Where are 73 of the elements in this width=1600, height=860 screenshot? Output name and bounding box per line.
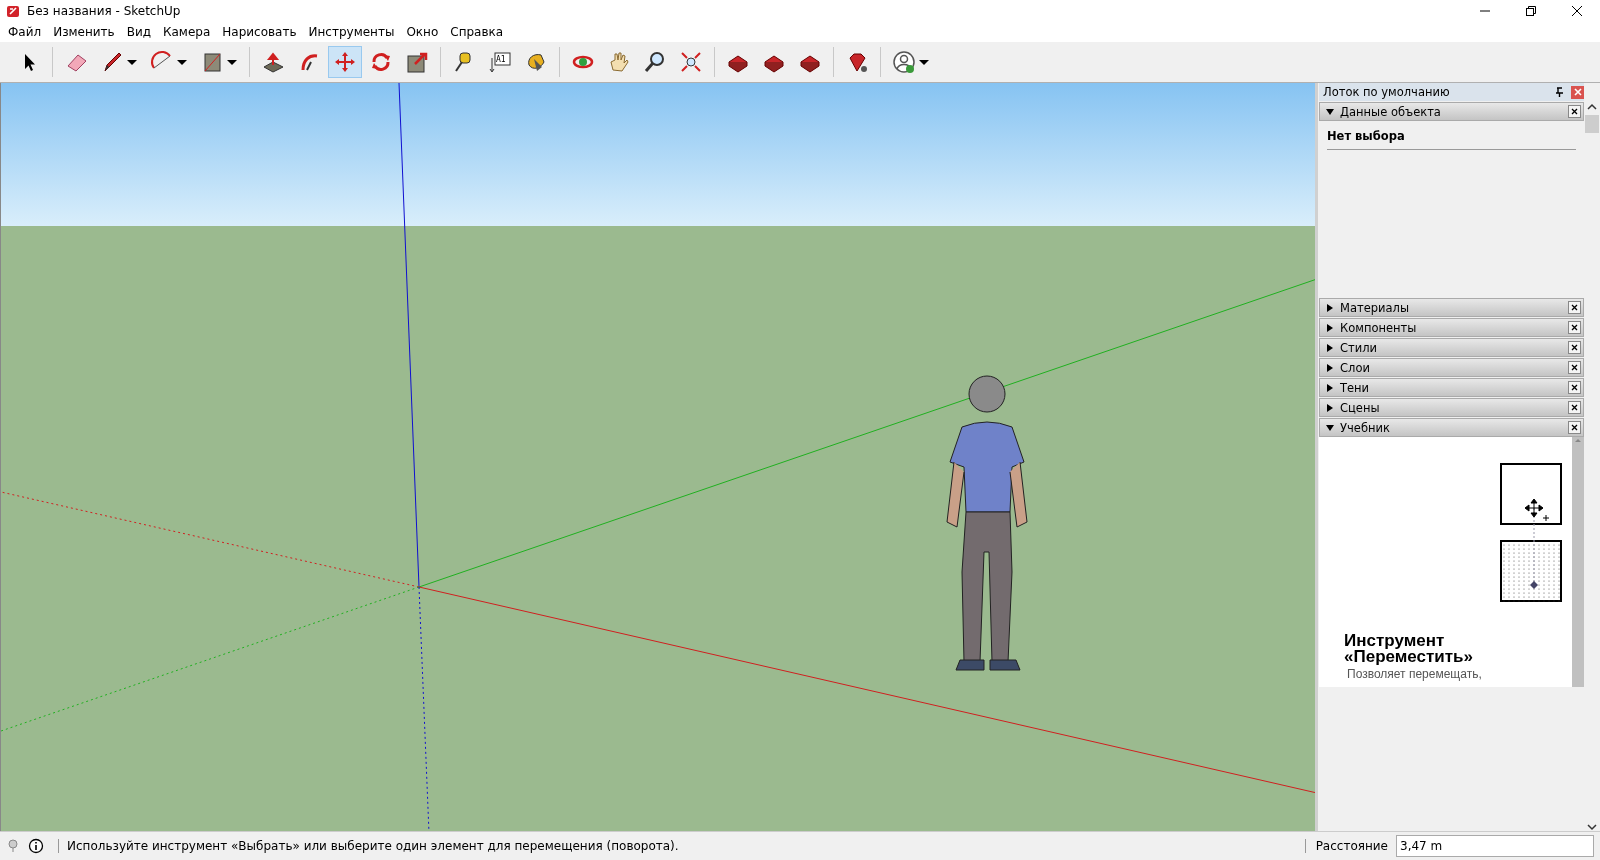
expanded-triangle-icon — [1326, 107, 1334, 116]
panel-header[interactable]: Учебник — [1319, 418, 1584, 437]
collapsed-triangle-icon — [1326, 303, 1334, 312]
collapsed-triangle-icon — [1326, 363, 1334, 372]
caret-icon — [226, 57, 238, 67]
window-title: Без названия - SketchUp — [27, 4, 182, 18]
close-button[interactable] — [1568, 401, 1581, 414]
tool-button[interactable]: A1 — [483, 46, 517, 78]
panel-header[interactable]: Слои — [1319, 358, 1584, 377]
search-icon — [643, 50, 667, 74]
scroll-thumb[interactable] — [1585, 115, 1599, 133]
close-button[interactable] — [1568, 361, 1581, 374]
panel-header[interactable]: Данные объекта — [1319, 102, 1584, 121]
text-label-icon — [488, 50, 512, 74]
zoom-extents-icon — [679, 50, 703, 74]
menu-item[interactable]: Файл — [2, 25, 48, 39]
close-button[interactable] — [1568, 341, 1581, 354]
caret-icon — [176, 57, 188, 67]
maximize-icon — [1525, 5, 1537, 17]
close-button[interactable] — [1568, 381, 1581, 394]
tray-title: Лоток по умолчанию — [1323, 85, 1451, 99]
panel-header[interactable]: Стили — [1319, 338, 1584, 357]
menu-item[interactable]: Справка — [444, 25, 510, 39]
profile-icon — [892, 50, 916, 74]
rotate-arrows-icon — [369, 50, 393, 74]
collapsed-triangle-icon — [1326, 383, 1334, 392]
close-icon — [1571, 5, 1583, 17]
collapsed-triangle-icon — [1326, 343, 1334, 352]
push-pull-icon — [261, 50, 285, 74]
panel-header[interactable]: Компоненты — [1319, 318, 1584, 337]
close-icon — [1571, 404, 1578, 411]
collapsed-triangle-icon — [1326, 403, 1334, 412]
close-icon — [1571, 344, 1578, 351]
scroll-down-icon — [1587, 823, 1597, 831]
close-button[interactable] — [1568, 421, 1581, 434]
panel-header[interactable]: Сцены — [1319, 398, 1584, 417]
menu-item[interactable]: Вид — [120, 25, 157, 39]
close-button[interactable] — [1568, 321, 1581, 334]
scrollbar[interactable] — [1572, 437, 1584, 687]
close-icon — [1571, 364, 1578, 371]
selection-info-text: Нет выбора — [1327, 129, 1576, 150]
measurement-field[interactable]: 3,47 m — [1396, 835, 1594, 857]
scale-arrow-icon — [405, 50, 429, 74]
geo-pin-icon — [6, 838, 20, 854]
close-button[interactable] — [1568, 105, 1581, 118]
close-icon — [1571, 304, 1578, 311]
close-icon — [1571, 384, 1578, 391]
expanded-triangle-icon — [1326, 423, 1334, 432]
close-icon — [1571, 424, 1578, 431]
close-icon — [1572, 87, 1583, 97]
close-icon — [1571, 324, 1578, 331]
panel-header[interactable]: Материалы — [1319, 298, 1584, 317]
menu-item[interactable]: Инструменты — [302, 25, 401, 39]
pin-icon[interactable] — [1554, 86, 1565, 98]
menu-item[interactable]: Камера — [157, 25, 217, 39]
app-logo-icon — [6, 4, 20, 18]
menu-item[interactable]: Окно — [400, 25, 445, 39]
collapsed-triangle-icon — [1326, 323, 1334, 332]
menu-item[interactable]: Изменить — [47, 25, 121, 39]
tutorial-text: Позволяет перемещать, — [1347, 667, 1483, 681]
hand-icon — [607, 50, 631, 74]
close-button[interactable] — [1568, 301, 1581, 314]
status-message: Используйте инструмент «Выбрать» или выберите один элемент для перемещения (поворота). — [58, 839, 1297, 853]
tutorial-heading: Инструмент «Переместить» — [1344, 633, 1474, 665]
move-arrows-icon — [333, 50, 357, 74]
info-icon[interactable] — [28, 838, 44, 854]
measurement-label: Расстояние — [1304, 839, 1388, 853]
scroll-up-icon — [1587, 103, 1597, 111]
panel-header[interactable]: Тени — [1319, 378, 1584, 397]
caret-icon — [918, 57, 930, 67]
caret-icon — [126, 57, 138, 67]
close-icon — [1571, 108, 1578, 115]
menu-item[interactable]: Нарисовать — [216, 25, 303, 39]
